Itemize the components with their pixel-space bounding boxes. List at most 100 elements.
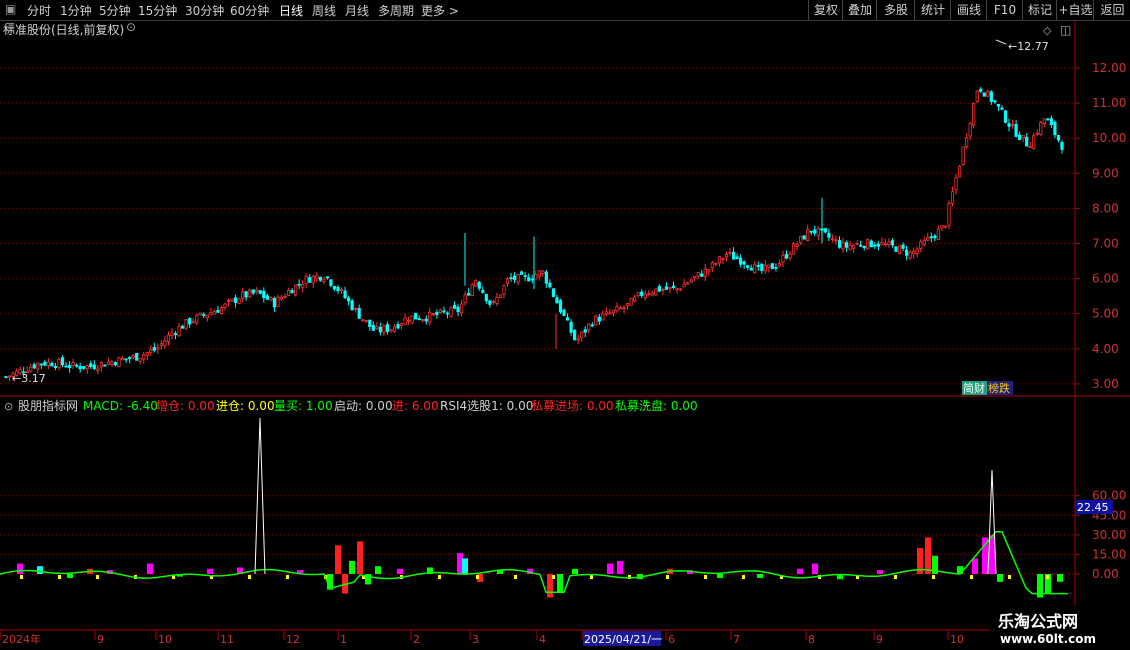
candle-body — [346, 297, 351, 302]
candle-body — [248, 289, 252, 297]
indicator-bar — [67, 574, 73, 578]
x-tick-label: 9 — [876, 633, 883, 646]
candle-body — [816, 228, 820, 236]
stock-chart: 12.0011.0010.009.008.007.006.005.004.003… — [0, 21, 1130, 646]
candle-body — [739, 257, 743, 265]
candle-body — [1046, 118, 1050, 121]
candle-body — [283, 295, 287, 298]
x-tick-label: 11 — [220, 633, 234, 646]
candle-body — [887, 241, 891, 246]
candle-body — [979, 88, 983, 92]
candle-body — [866, 238, 870, 250]
candle-body — [876, 243, 880, 247]
candle-body — [138, 358, 142, 362]
candle-body — [972, 103, 976, 126]
candle-body — [749, 267, 753, 271]
zero-marker — [514, 575, 517, 579]
candle-body — [29, 366, 33, 372]
indicator-bar — [989, 534, 995, 574]
candle-body — [463, 294, 467, 304]
candle-body — [173, 333, 178, 336]
candle-body — [505, 278, 510, 285]
candle-body — [947, 203, 951, 226]
candle-body — [223, 303, 227, 308]
indicator-bar — [957, 566, 963, 574]
indicator-bar — [1057, 574, 1063, 582]
candle-body — [957, 165, 962, 178]
x-tick-label: 1 — [340, 633, 347, 646]
candle-body — [629, 297, 633, 306]
candle-body — [583, 329, 587, 333]
indicator-bar — [797, 568, 803, 574]
candle-body — [43, 361, 47, 366]
candle-body — [693, 276, 697, 279]
candle-body — [767, 264, 771, 269]
candle-body — [82, 366, 86, 369]
indicator-tick-label: 0.00 — [1092, 567, 1119, 581]
indicator-bar — [997, 574, 1003, 582]
candle-body — [1007, 123, 1011, 127]
candle-body — [269, 297, 273, 301]
candle-body — [700, 273, 704, 277]
x-tick-label: 4 — [539, 633, 546, 646]
indicator-bar — [207, 568, 213, 574]
candle-body — [39, 363, 43, 366]
candle-body — [170, 332, 174, 337]
zero-marker — [590, 575, 593, 579]
zero-marker — [1046, 575, 1049, 579]
candle-body — [689, 279, 693, 283]
candle-body — [781, 255, 785, 263]
high-marker-line — [995, 39, 1007, 45]
indicator-signal-line — [0, 530, 1068, 595]
candle-body — [241, 291, 245, 299]
candle-body — [85, 365, 89, 370]
candle-body — [322, 278, 326, 282]
candle-body — [184, 318, 188, 329]
candle-body — [954, 177, 958, 190]
x-tick-label: 6 — [668, 633, 675, 646]
candle-body — [678, 288, 683, 291]
candle-body — [452, 304, 457, 309]
candle-body — [717, 256, 722, 264]
candle-body — [106, 361, 111, 365]
candle-body — [78, 366, 82, 370]
candle-body — [784, 253, 789, 259]
zero-marker — [970, 575, 973, 579]
candle-body — [431, 313, 435, 316]
indicator-value-7: 私募进场: 0.00 — [531, 399, 614, 413]
candle-body — [491, 301, 495, 303]
candle-body — [576, 338, 580, 341]
candle-body — [392, 326, 397, 332]
candle-body — [731, 251, 736, 260]
candle-body — [618, 307, 623, 310]
low-price-label: ←3.17 — [12, 372, 46, 385]
candle-body — [791, 243, 796, 255]
zero-marker — [1008, 575, 1011, 579]
candle-body — [350, 300, 354, 311]
candle-body — [354, 307, 358, 310]
candle-body — [622, 307, 626, 310]
zero-marker — [248, 575, 251, 579]
candle-body — [36, 362, 40, 370]
candle-body — [502, 285, 506, 295]
indicator-value-6: RSI4选股1: 0.00 — [440, 399, 533, 413]
candle-body — [1021, 135, 1025, 139]
candle-body — [509, 277, 513, 280]
watermark-url: www.60lt.com — [1000, 632, 1097, 646]
zero-marker — [96, 575, 99, 579]
candle-body — [721, 258, 725, 260]
candle-body — [332, 286, 337, 290]
candle-body — [968, 122, 972, 137]
candle-body — [926, 237, 930, 241]
indicator-value-2: 进仓: 0.00 — [216, 399, 275, 413]
x-tick-label: 12 — [286, 633, 300, 646]
candle-body — [537, 270, 541, 277]
candle-body — [142, 354, 146, 360]
candle-body — [668, 286, 672, 289]
title-dropdown-icon[interactable]: ⊙ — [126, 20, 136, 34]
candle-body — [1000, 107, 1004, 110]
candle-body — [530, 278, 534, 281]
indicator-menu-icon[interactable]: ⊙ — [4, 400, 13, 413]
candle-body — [474, 280, 478, 287]
candle-body — [580, 331, 584, 339]
